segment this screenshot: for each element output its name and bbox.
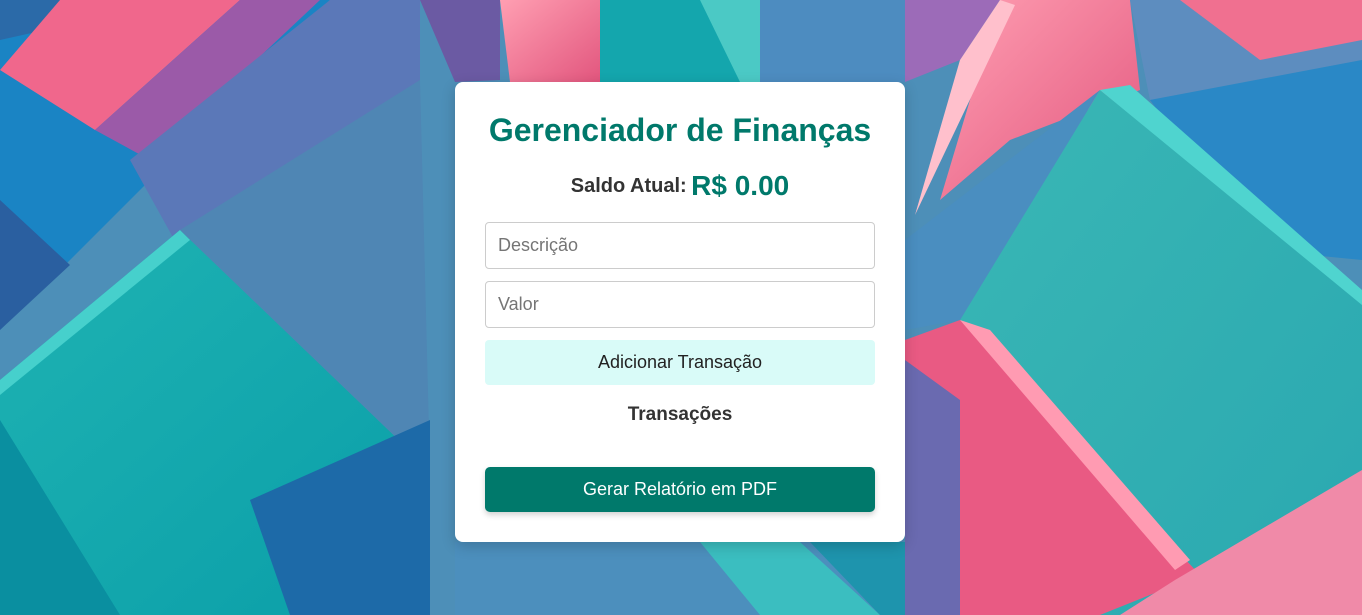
add-transaction-button[interactable]: Adicionar Transação: [485, 340, 875, 385]
balance-value: R$ 0.00: [691, 170, 790, 201]
finance-card: Gerenciador de Finanças Saldo Atual: R$ …: [455, 82, 905, 542]
amount-input[interactable]: [485, 281, 875, 328]
transactions-heading: Transações: [627, 404, 733, 425]
page-title: Gerenciador de Finanças: [488, 112, 872, 148]
balance-label: Saldo Atual:: [570, 175, 687, 197]
description-input[interactable]: [485, 222, 875, 269]
balance-row: Saldo Atual: R$ 0.00: [455, 170, 905, 202]
generate-pdf-report-button[interactable]: Gerar Relatório em PDF: [485, 467, 875, 512]
